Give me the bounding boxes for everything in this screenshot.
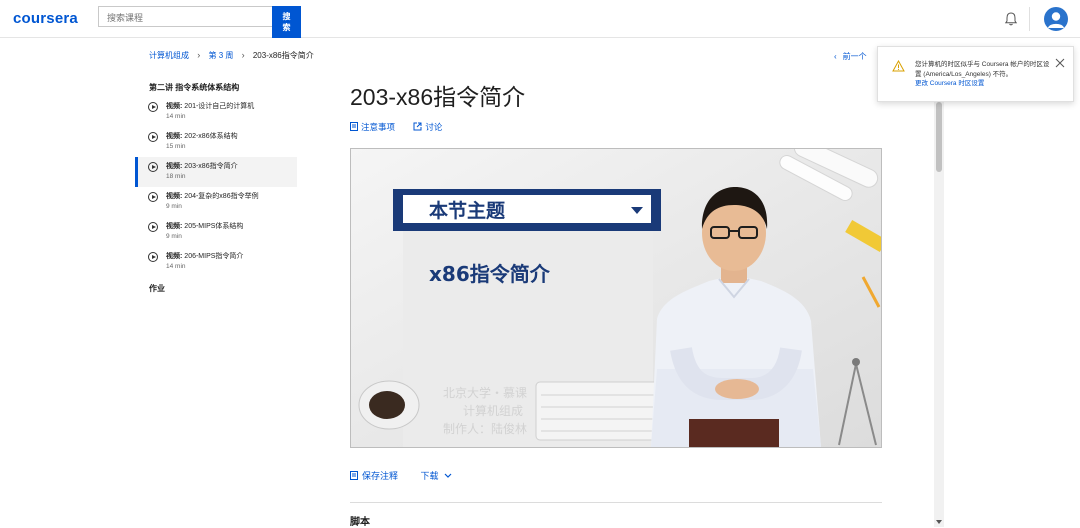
note-icon [350,471,358,480]
sidebar-item-title: 视频: 203-x86指令简介 [166,157,297,171]
item-type: 视频: [166,103,183,110]
video-player[interactable]: 本节主题 x86指令简介 北京大学・慕课 计算机组成 制作人：陆俊林 [350,148,882,448]
item-label: 202-x86体系结构 [184,133,238,140]
play-circle-icon [148,102,158,112]
item-duration: 9 min [166,203,182,210]
play-circle-icon [148,222,158,232]
save-notes-button[interactable]: 保存注释 [350,471,401,481]
discuss-link[interactable]: 讨论 [413,122,442,132]
user-icon [1048,12,1064,28]
item-label: 203-x86指令简介 [184,163,238,170]
scrollbar[interactable] [934,90,944,527]
chevron-down-icon [444,473,452,478]
item-label: 206-MIPS指令简介 [184,253,244,260]
section-title: 第二讲 指令系统体系结构 [149,83,240,92]
video-credit-1: 北京大学・慕课 [443,385,527,400]
sidebar-item-title: 视频: 205-MIPS体系结构 [166,217,297,231]
video-frame: 本节主题 x86指令简介 北京大学・慕课 计算机组成 制作人：陆俊林 [351,149,881,447]
item-type: 视频: [166,253,183,260]
play-circle-icon [148,162,158,172]
item-label: 204-复杂的x86指令举例 [184,193,259,200]
sidebar-item-title: 视频: 202-x86体系结构 [166,127,297,141]
item-type: 视频: [166,223,183,230]
scroll-thumb[interactable] [936,102,942,172]
warning-icon [892,60,905,72]
sidebar-item-203[interactable]: 视频: 203-x86指令简介 18 min [135,157,297,187]
toast-message: 您计算机的时区似乎与 Coursera 帐户的时区设置 (America/Los… [915,61,1050,78]
change-timezone-link[interactable]: 更改 Coursera 时区设置 [915,79,1055,89]
item-duration: 15 min [166,143,186,150]
sidebar-item-204[interactable]: 视频: 204-复杂的x86指令举例 9 min [135,187,297,217]
bell-icon[interactable] [1003,11,1019,27]
play-circle-icon [148,252,158,262]
transcript-heading: 脚本 [350,517,370,528]
sidebar-item-title: 视频: 206-MIPS指令简介 [166,247,297,261]
header-divider [1029,7,1030,31]
document-icon [350,122,358,131]
avatar[interactable] [1044,7,1068,31]
page-title: 203-x86指令简介 [350,84,526,110]
external-link-icon [413,122,422,131]
video-banner-text: 本节主题 [429,199,505,222]
breadcrumb-course[interactable]: 计算机组成 [149,51,189,60]
search-box [98,6,272,27]
breadcrumb: 计算机组成 › 第 3 周 › 203-x86指令简介 [149,50,314,61]
discuss-link-label: 讨论 [425,122,443,132]
chevron-right-icon: › [197,50,201,60]
notes-link-label: 注意事项 [361,122,396,132]
video-credit-2: 计算机组成 [463,403,523,418]
item-label: 205-MIPS体系结构 [184,223,244,230]
sidebar-item-title: 视频: 204-复杂的x86指令举例 [166,187,297,201]
coursera-logo[interactable]: coursera [13,10,78,27]
chevron-right-icon: › [241,50,245,60]
play-circle-icon [148,192,158,202]
item-duration: 14 min [166,113,186,120]
video-topic-text: x86指令简介 [429,262,551,286]
video-actions: 保存注释 下载 [350,469,472,482]
search-input[interactable] [105,8,269,27]
video-credit-3: 制作人：陆俊林 [443,421,527,436]
download-label: 下载 [420,471,439,481]
close-icon[interactable] [1055,58,1065,68]
sidebar-item-201[interactable]: 视频: 201-设计自己的计算机 14 min [135,97,297,127]
search-button-label: 搜索 [282,12,291,32]
item-type: 视频: [166,193,183,200]
scroll-down-arrow-icon[interactable] [936,520,942,524]
chevron-left-icon: ‹ [834,52,837,61]
item-duration: 18 min [166,173,186,180]
item-duration: 14 min [166,263,186,270]
download-dropdown[interactable]: 下载 [421,471,453,481]
sidebar-item-205[interactable]: 视频: 205-MIPS体系结构 9 min [135,217,297,247]
toast-message-block: 您计算机的时区似乎与 Coursera 帐户的时区设置 (America/Los… [915,60,1055,89]
section-divider [350,502,882,503]
sidebar-homework[interactable]: 作业 [135,283,297,294]
lecture-links: 注意事项 讨论 [350,121,458,133]
sidebar-item-title: 视频: 201-设计自己的计算机 [166,97,297,111]
timezone-toast: 您计算机的时区似乎与 Coursera 帐户的时区设置 (America/Los… [877,46,1074,102]
play-circle-icon [148,132,158,142]
sidebar-item-206[interactable]: 视频: 206-MIPS指令简介 14 min [135,247,297,277]
breadcrumb-week[interactable]: 第 3 周 [208,51,233,60]
save-notes-label: 保存注释 [362,471,399,481]
search-button[interactable]: 搜索 [272,6,301,38]
item-type: 视频: [166,133,183,140]
previous-label: 前一个 [842,52,867,61]
item-type: 视频: [166,163,183,170]
previous-link[interactable]: ‹ 前一个 [834,51,867,62]
top-header: coursera 搜索 [0,0,1080,38]
sidebar: 第二讲 指令系统体系结构 视频: 201-设计自己的计算机 14 min 视频:… [135,76,297,294]
item-label: 201-设计自己的计算机 [184,103,255,110]
notes-link[interactable]: 注意事项 [350,122,397,132]
item-duration: 9 min [166,233,182,240]
sidebar-item-202[interactable]: 视频: 202-x86体系结构 15 min [135,127,297,157]
breadcrumb-current: 203-x86指令简介 [252,51,314,60]
